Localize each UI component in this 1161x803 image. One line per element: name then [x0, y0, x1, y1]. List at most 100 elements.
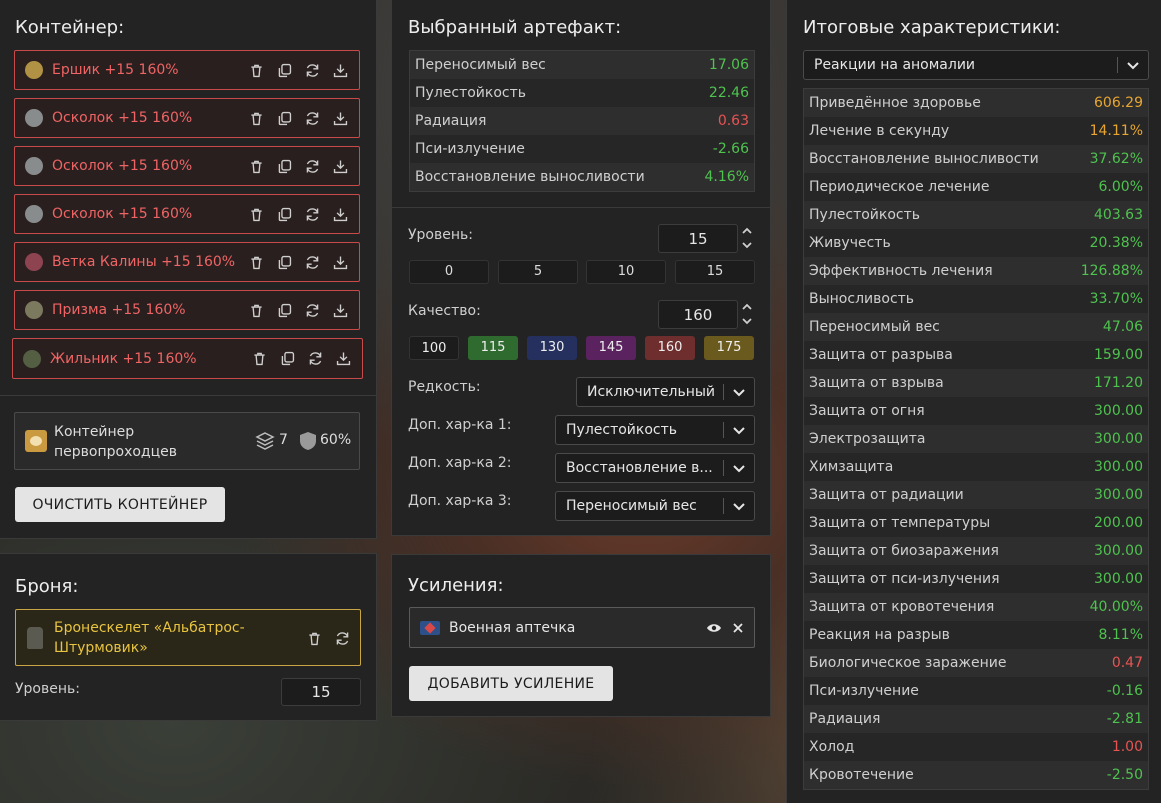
download-icon[interactable] — [330, 204, 350, 224]
stat-label: Пси-излучение — [415, 141, 525, 157]
extra3-select[interactable]: Переносимый вес — [555, 491, 755, 521]
artifact-divider — [392, 207, 770, 208]
stat-value: 4.16% — [704, 169, 749, 185]
boost-item[interactable]: Военная аптечка — [409, 607, 755, 648]
stat-row: Защита от разрыва 159.00 — [804, 341, 1148, 369]
boost-name: Военная аптечка — [449, 619, 576, 636]
armor-item[interactable]: Бронескелет «Альбатрос- Штурмовик» — [15, 609, 361, 666]
container-slot[interactable]: Осколок +15 160% — [14, 98, 360, 138]
download-icon[interactable] — [330, 300, 350, 320]
stat-value: -2.66 — [712, 141, 749, 157]
extra1-select[interactable]: Пулестойкость — [555, 415, 755, 445]
quality-preset-160[interactable]: 160 — [645, 336, 695, 360]
copy-icon[interactable] — [274, 300, 294, 320]
copy-icon[interactable] — [274, 252, 294, 272]
stat-value: 300.00 — [1094, 543, 1143, 559]
trash-icon[interactable] — [304, 628, 324, 648]
slot-name: Ветка Калины +15 160% — [52, 254, 236, 270]
container-slot[interactable]: Жильник +15 160% — [12, 338, 363, 379]
stat-label: Периодическое лечение — [809, 179, 990, 195]
container-title: Контейнер: — [15, 17, 125, 38]
quality-stepper[interactable] — [742, 302, 752, 326]
trash-icon[interactable] — [246, 156, 266, 176]
armor-level-input[interactable]: 15 — [281, 678, 361, 706]
stat-label: Защита от радиации — [809, 487, 964, 503]
quality-preset-175[interactable]: 175 — [704, 336, 754, 360]
trash-icon[interactable] — [246, 60, 266, 80]
rarity-select[interactable]: Исключительный — [576, 377, 755, 407]
artifact-stats-table: Переносимый вес 17.06 Пулестойкость 22.46 Ра… — [409, 50, 755, 192]
stat-value: 403.63 — [1094, 207, 1143, 223]
slot-name: Осколок +15 160% — [52, 206, 193, 222]
level-preset-0[interactable]: 0 — [409, 260, 489, 284]
download-icon[interactable] — [330, 156, 350, 176]
chevron-down-icon — [1118, 58, 1148, 72]
container-slot[interactable]: Осколок +15 160% — [14, 194, 360, 234]
stat-row: Защита от радиации 300.00 — [804, 481, 1148, 509]
stat-row: Приведённое здоровье 606.29 — [804, 89, 1148, 117]
level-stepper[interactable] — [742, 226, 752, 250]
artifact-quality-input[interactable]: 160 — [658, 300, 738, 329]
container-item[interactable]: Контейнер первопроходцев 7 60% — [14, 412, 360, 470]
slot-name: Ершик +15 160% — [52, 62, 179, 78]
refresh-icon[interactable] — [332, 628, 352, 648]
stat-value: 40.00% — [1089, 599, 1143, 615]
container-thumbnail — [25, 430, 47, 452]
quality-preset-115[interactable]: 115 — [468, 336, 518, 360]
stat-label: Защита от огня — [809, 403, 925, 419]
copy-icon[interactable] — [277, 349, 297, 369]
add-boost-button[interactable]: ДОБАВИТЬ УСИЛЕНИЕ — [409, 666, 613, 701]
refresh-icon[interactable] — [305, 349, 325, 369]
armor-panel: Броня: Бронескелет «Альбатрос- Штурмовик… — [0, 553, 377, 721]
level-preset-5[interactable]: 5 — [498, 260, 578, 284]
trash-icon[interactable] — [249, 349, 269, 369]
armor-name: Бронескелет «Альбатрос- Штурмовик» — [54, 620, 245, 656]
clear-container-button[interactable]: ОЧИСТИТЬ КОНТЕЙНЕР — [15, 487, 225, 522]
quality-preset-145[interactable]: 145 — [586, 336, 636, 360]
container-slot[interactable]: Ветка Калины +15 160% — [14, 242, 360, 282]
artifact-level-input[interactable]: 15 — [658, 224, 738, 253]
stat-row: Пси-излучение -0.16 — [804, 677, 1148, 705]
refresh-icon[interactable] — [302, 156, 322, 176]
stat-label: Пулестойкость — [415, 85, 527, 101]
download-icon[interactable] — [330, 252, 350, 272]
copy-icon[interactable] — [274, 156, 294, 176]
refresh-icon[interactable] — [302, 204, 322, 224]
stat-value: -2.50 — [1106, 767, 1143, 783]
copy-icon[interactable] — [274, 60, 294, 80]
slot-name: Осколок +15 160% — [52, 158, 193, 174]
trash-icon[interactable] — [246, 300, 266, 320]
container-slot[interactable]: Ершик +15 160% — [14, 50, 360, 90]
chevron-up-icon[interactable] — [742, 302, 752, 312]
copy-icon[interactable] — [274, 204, 294, 224]
refresh-icon[interactable] — [302, 108, 322, 128]
trash-icon[interactable] — [246, 252, 266, 272]
container-slot[interactable]: Призма +15 160% — [14, 290, 360, 330]
download-icon[interactable] — [330, 108, 350, 128]
refresh-icon[interactable] — [302, 60, 322, 80]
quality-preset-100[interactable]: 100 — [409, 336, 459, 360]
copy-icon[interactable] — [274, 108, 294, 128]
close-icon[interactable] — [732, 622, 744, 634]
quality-preset-130[interactable]: 130 — [527, 336, 577, 360]
refresh-icon[interactable] — [302, 300, 322, 320]
stat-label: Переносимый вес — [415, 57, 546, 73]
level-preset-15[interactable]: 15 — [675, 260, 755, 284]
stat-row: Переносимый вес 17.06 — [410, 51, 754, 79]
extra2-select[interactable]: Восстановление в... — [555, 453, 755, 483]
stat-label: Защита от температуры — [809, 515, 991, 531]
stat-label: Лечение в секунду — [809, 123, 950, 139]
chevron-down-icon[interactable] — [742, 240, 752, 250]
download-icon[interactable] — [333, 349, 353, 369]
download-icon[interactable] — [330, 60, 350, 80]
eye-icon[interactable] — [706, 622, 722, 634]
stat-value: 20.38% — [1089, 235, 1143, 251]
level-preset-10[interactable]: 10 — [586, 260, 666, 284]
trash-icon[interactable] — [246, 204, 266, 224]
refresh-icon[interactable] — [302, 252, 322, 272]
trash-icon[interactable] — [246, 108, 266, 128]
container-slot[interactable]: Осколок +15 160% — [14, 146, 360, 186]
totals-filter-select[interactable]: Реакции на аномалии — [803, 50, 1149, 80]
chevron-up-icon[interactable] — [742, 226, 752, 236]
chevron-down-icon[interactable] — [742, 316, 752, 326]
